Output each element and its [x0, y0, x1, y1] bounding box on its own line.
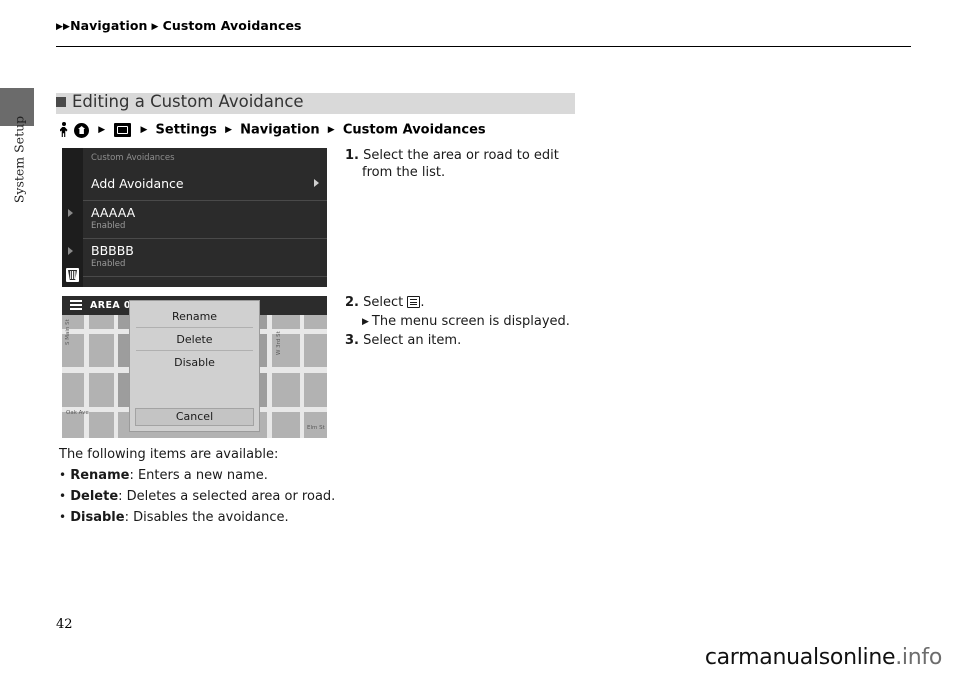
- step-2-number: 2.: [345, 295, 359, 310]
- screen-left-toolbar: [62, 148, 83, 287]
- path-arrow-icon-3: ▶: [225, 124, 232, 135]
- step-1-text: Select the area or road to edit: [363, 148, 559, 163]
- map-street-label: Oak Ave: [66, 410, 89, 416]
- map-street-label: W 3rd St: [276, 331, 282, 355]
- step-1-number: 1.: [345, 148, 359, 163]
- map-block: [304, 315, 327, 329]
- page-title: Editing a Custom Avoidance: [72, 92, 304, 111]
- bullet-icon: •: [59, 489, 67, 503]
- trash-icon[interactable]: [66, 268, 79, 282]
- available-items-intro: The following items are available:: [59, 447, 279, 462]
- bullet-item-rename: • Rename: Enters a new name.: [59, 465, 479, 486]
- menu-item-disable[interactable]: Disable: [130, 356, 259, 369]
- map-street-label: S Main St: [65, 319, 71, 345]
- navigation-path: ▶ ▶ Settings ▶ Navigation ▶ Custom Avoid…: [58, 122, 486, 140]
- hamburger-menu-icon[interactable]: [70, 300, 82, 311]
- popup-menu: Rename Delete Disable Cancel: [129, 300, 260, 432]
- bullet-desc: : Deletes a selected area or road.: [118, 489, 336, 504]
- map-block: [272, 412, 300, 438]
- list-item-label: BBBBB: [91, 243, 134, 258]
- map-block: [89, 373, 114, 407]
- map-block: [272, 373, 300, 407]
- cancel-button[interactable]: Cancel: [135, 408, 254, 426]
- bullet-keyword: Disable: [70, 510, 125, 525]
- step-3: 3. Select an item.: [345, 332, 625, 349]
- path-arrow-icon-1: ▶: [98, 124, 106, 135]
- step-2-text: Select: [363, 295, 404, 310]
- step-3-text: Select an item.: [363, 333, 462, 348]
- bullet-icon: •: [59, 468, 67, 482]
- map-block: [62, 373, 84, 407]
- screenshot-map-menu: S Main St Oak Ave W 3rd St Elm St AREA 0…: [62, 296, 327, 438]
- home-icon: [74, 122, 90, 138]
- chevron-right-icon: [314, 179, 319, 187]
- screen-title: Custom Avoidances: [91, 153, 175, 163]
- bullet-keyword: Rename: [70, 468, 130, 483]
- menu-divider: [136, 327, 253, 328]
- list-item-status: Enabled: [91, 259, 126, 269]
- list-item-label: AAAAA: [91, 205, 136, 220]
- bullet-keyword: Delete: [70, 489, 119, 504]
- bullet-desc: : Enters a new name.: [129, 468, 268, 483]
- step-3-number: 3.: [345, 333, 359, 348]
- map-street-label: Elm St: [307, 425, 325, 431]
- screenshot-custom-avoidances-list: Custom Avoidances Add Avoidance AAAAA En…: [62, 148, 327, 287]
- map-block: [89, 334, 114, 367]
- path-segment-navigation: Navigation: [240, 122, 320, 138]
- menu-item-delete[interactable]: Delete: [130, 333, 259, 346]
- menu-item-rename[interactable]: Rename: [130, 310, 259, 323]
- map-block: [89, 412, 114, 438]
- header-divider: [56, 46, 911, 47]
- step-2-result: ▶ The menu screen is displayed.: [362, 313, 625, 331]
- list-item-label: Add Avoidance: [91, 176, 184, 191]
- path-segment-settings: Settings: [155, 122, 217, 138]
- path-arrow-icon-4: ▶: [327, 124, 335, 135]
- step-2-result-text: The menu screen is displayed.: [371, 314, 570, 329]
- back-icon: [114, 123, 132, 138]
- scroll-arrow-icon-2: [68, 247, 73, 255]
- watermark-dark: carmanualsonline: [704, 645, 896, 670]
- menu-icon: [407, 296, 421, 308]
- page-number: 42: [56, 617, 73, 632]
- watermark-light: .info: [895, 645, 942, 670]
- map-block: [272, 315, 300, 329]
- list-item-aaaaa[interactable]: AAAAA Enabled: [83, 201, 327, 239]
- step-1: 1. Select the area or road to edit from …: [345, 147, 605, 181]
- breadcrumb-arrow-icon-3: ▶: [151, 22, 159, 32]
- person-icon: [59, 122, 68, 138]
- breadcrumb: ▶▶Navigation ▶ Custom Avoidances: [56, 18, 302, 33]
- path-segment-custom-avoidances: Custom Avoidances: [342, 122, 486, 138]
- scroll-arrow-icon-1: [68, 209, 73, 217]
- bullet-item-delete: • Delete: Deletes a selected area or roa…: [59, 486, 479, 507]
- available-items-section: The following items are available: • Ren…: [59, 445, 479, 528]
- breadcrumb-item-custom-avoidances: Custom Avoidances: [162, 18, 302, 33]
- watermark: carmanualsonline.info: [705, 645, 942, 670]
- breadcrumb-item-navigation: Navigation: [70, 18, 148, 33]
- result-arrow-icon: ▶: [362, 317, 369, 327]
- menu-divider: [136, 350, 253, 351]
- breadcrumb-arrow-icon-2: ▶: [63, 22, 71, 32]
- section-bullet-icon: [56, 97, 66, 107]
- bullet-icon: •: [59, 510, 67, 524]
- map-block: [304, 373, 327, 407]
- step-1-text-cont: from the list.: [362, 165, 446, 180]
- list-item-status: Enabled: [91, 221, 126, 231]
- map-block: [89, 315, 114, 329]
- map-block: [304, 334, 327, 367]
- step-2: 2. Select . ▶ The menu screen is displaye…: [345, 294, 625, 331]
- section-tab-label: System Setup: [11, 115, 27, 204]
- breadcrumb-arrow-icon: ▶: [56, 22, 64, 32]
- list-item-add-avoidance[interactable]: Add Avoidance: [83, 168, 327, 201]
- step-2-period: .: [420, 295, 425, 310]
- list-item-bbbbb[interactable]: BBBBB Enabled: [83, 239, 327, 277]
- bullet-desc: : Disables the avoidance.: [124, 510, 289, 525]
- path-arrow-icon-2: ▶: [140, 124, 148, 135]
- bullet-item-disable: • Disable: Disables the avoidance.: [59, 507, 479, 528]
